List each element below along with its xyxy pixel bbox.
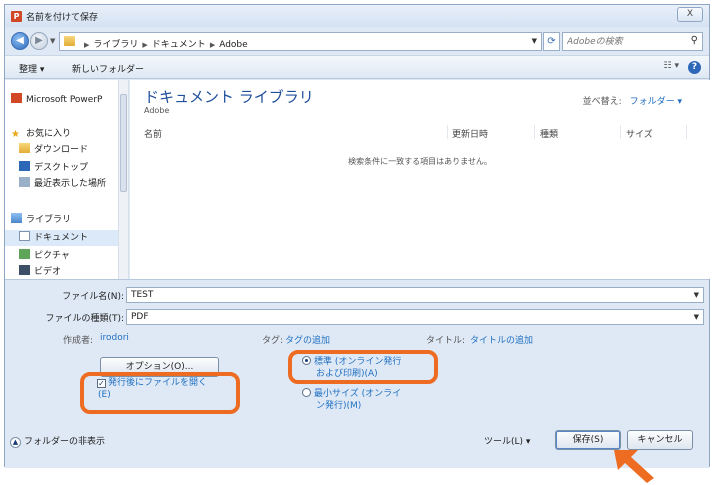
refresh-icon[interactable]: ⟳ [543,32,560,51]
title-value[interactable]: タイトルの追加 [470,333,533,346]
nav-item-recent-places[interactable]: 最近表示した場所 [19,176,125,192]
breadcrumb-adobe[interactable]: Adobe [219,40,247,50]
nav-item-documents[interactable]: ドキュメント [5,230,118,246]
chevron-up-icon[interactable]: ▲ [10,437,21,448]
navigation-pane: Microsoft PowerP ★ お気に入り ダウンロード デスクトップ 最近… [5,80,129,279]
help-icon[interactable]: ? [688,61,701,74]
documents-icon [19,231,30,241]
pictures-icon [19,249,30,259]
radio-min-label-2: ン発行)(M) [316,401,362,411]
organize-menu[interactable]: 整理 ▾ [19,62,44,75]
nav-scrollbar[interactable] [118,80,128,279]
close-button[interactable]: X [677,7,703,22]
column-header-name[interactable]: 名前 [144,127,162,140]
hide-folders-label: フォルダーの非表示 [24,437,106,447]
filetype-select[interactable]: PDF ▼ [126,309,704,325]
author-label: 作成者: [63,336,94,346]
dialog-title: 名前を付けて保存 [26,13,99,23]
search-box[interactable]: ⚲ [562,32,703,51]
highlight-open-after-publish [80,372,240,414]
column-divider [686,125,687,139]
column-divider [620,125,621,139]
title-bar: P 名前を付けて保存 X [5,5,709,27]
nav-item-libraries[interactable]: ライブラリ [11,212,117,228]
empty-message: 検索条件に一致する項目はありません。 [348,157,492,166]
filetype-value: PDF [131,312,149,322]
radio-min-label: 最小サイズ (オンライ [314,389,402,399]
pointer-arrow-icon [614,450,654,483]
nav-item-powerpoint[interactable]: Microsoft PowerP [11,92,117,108]
powerpoint-app-icon: P [11,11,22,22]
column-header-modified[interactable]: 更新日時 [452,127,488,140]
filename-field[interactable]: TEST ▼ [126,287,704,303]
address-row: ◀ ▶ ▼ ▶ライブラリ▶ドキュメント▶Adobe ▼ ⟳ ⚲ [5,27,709,55]
hide-folders-toggle[interactable]: ▲ フォルダーの非表示 [10,434,105,448]
title-label: タイトル: [426,336,466,346]
tools-menu[interactable]: ツール(L) ▾ [484,434,530,447]
breadcrumb-separator-icon: ▶ [84,41,90,49]
column-divider [534,125,535,139]
breadcrumb: ▶ ライブラリ ▶ ドキュメント ▶ Adobe [80,37,248,50]
videos-icon [19,265,30,275]
star-icon: ★ [11,129,20,140]
folder-icon [64,36,75,46]
library-icon [11,213,22,223]
radio-minimum-size[interactable]: 最小サイズ (オンライ ン発行)(M) [302,388,422,412]
highlight-standard-option [288,350,438,384]
nav-item-favorites[interactable]: ★ お気に入り [11,126,117,142]
column-header-type[interactable]: 種類 [540,127,558,140]
tags-label: タグ: [262,336,284,346]
column-header-size[interactable]: サイズ [626,127,653,140]
recent-places-icon [19,177,30,187]
desktop-icon [19,161,30,171]
nav-item-pictures[interactable]: ピクチャ [19,248,125,264]
cancel-button[interactable]: キャンセル [627,430,693,450]
command-toolbar: 整理 ▾ 新しいフォルダー ☷ ▾ ? [5,55,709,79]
breadcrumb-separator-icon: ▶ [209,41,216,49]
search-icon[interactable]: ⚲ [691,35,698,46]
recent-locations-dropdown-icon[interactable]: ▼ [50,37,55,45]
save-button[interactable]: 保存(S) [555,430,621,450]
nav-item-videos[interactable]: ビデオ [19,264,125,279]
chevron-down-icon[interactable]: ▼ [694,288,699,302]
address-bar[interactable]: ▶ ライブラリ ▶ ドキュメント ▶ Adobe ▼ [59,32,542,51]
radio-unselected-icon[interactable] [302,388,311,397]
author-value[interactable]: irodori [100,333,129,343]
address-dropdown-icon[interactable]: ▼ [532,37,537,45]
view-options-icon[interactable]: ☷ ▾ [664,61,679,71]
breadcrumb-documents[interactable]: ドキュメント [152,40,206,50]
search-input[interactable] [567,35,677,48]
breadcrumb-separator-icon: ▶ [142,41,148,49]
back-arrow-icon[interactable]: ◀ [11,32,29,50]
nav-scrollbar-thumb[interactable] [120,94,127,192]
filename-label: ファイル名(N): [62,292,124,302]
filename-value: TEST [131,290,154,300]
sort-dropdown[interactable]: フォルダー ▾ [630,97,682,107]
column-divider [447,125,448,139]
nav-item-desktop[interactable]: デスクトップ [19,160,125,176]
new-folder-button[interactable]: 新しいフォルダー [72,62,144,75]
chevron-down-icon[interactable]: ▼ [694,310,699,324]
library-subtitle: Adobe [144,106,170,115]
tags-value[interactable]: タグの追加 [285,333,330,346]
filetype-label: ファイルの種類(T): [45,314,124,324]
nav-item-downloads[interactable]: ダウンロード [19,142,125,158]
file-list-pane: ドキュメント ライブラリ Adobe 並べ替え: フォルダー ▾ 名前 更新日時 … [130,80,710,279]
download-folder-icon [19,143,30,153]
sort-label: 並べ替え: [582,97,622,107]
sort-by: 並べ替え: フォルダー ▾ [583,94,682,107]
forward-arrow-icon[interactable]: ▶ [30,32,48,50]
library-title: ドキュメント ライブラリ [144,88,314,106]
powerpoint-icon [11,93,22,103]
breadcrumb-library[interactable]: ライブラリ [93,40,138,50]
